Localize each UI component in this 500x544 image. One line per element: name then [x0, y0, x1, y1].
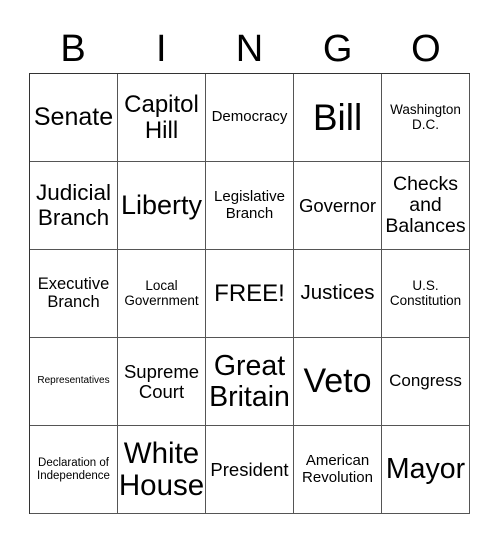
bingo-cell[interactable]: Mayor: [382, 426, 470, 514]
bingo-cell[interactable]: Bill: [294, 74, 382, 162]
cell-label: U.S. Constitution: [389, 277, 462, 308]
cell-label: Local Government: [124, 277, 199, 308]
bingo-cell[interactable]: American Revolution: [294, 426, 382, 514]
cell-label: Governor: [298, 194, 377, 216]
bingo-cell[interactable]: Local Government: [118, 250, 206, 338]
bingo-cell[interactable]: White House: [118, 426, 206, 514]
header-letter-g: G: [322, 28, 353, 70]
cell-label: Great Britain: [209, 349, 290, 413]
header-letter-b: B: [60, 28, 86, 70]
bingo-cell[interactable]: Capitol Hill: [118, 74, 206, 162]
cell-label: Democracy: [211, 108, 288, 126]
bingo-cell[interactable]: Executive Branch: [30, 250, 118, 338]
bingo-cell[interactable]: Great Britain: [206, 338, 294, 426]
bingo-cell[interactable]: Washington D.C.: [382, 74, 470, 162]
bingo-cell[interactable]: Representatives: [30, 338, 118, 426]
cell-label: Representatives: [37, 375, 110, 387]
bingo-cell[interactable]: U.S. Constitution: [382, 250, 470, 338]
cell-label: Judicial Branch: [35, 180, 112, 230]
bingo-header: B I N G O: [29, 22, 470, 72]
header-letter-n: N: [235, 28, 264, 70]
cell-label: Capitol Hill: [124, 90, 199, 144]
bingo-cell[interactable]: Legislative Branch: [206, 162, 294, 250]
cell-label: American Revolution: [302, 452, 373, 486]
cell-label: Legislative Branch: [214, 188, 285, 222]
cell-label: Washington D.C.: [390, 101, 461, 132]
bingo-cell[interactable]: Judicial Branch: [30, 162, 118, 250]
cell-label: Bill: [312, 96, 363, 138]
free-space-cell[interactable]: FREE!: [206, 250, 294, 338]
cell-label: Supreme Court: [123, 360, 200, 402]
cell-label: Justices: [300, 281, 375, 305]
cell-label: Veto: [303, 362, 372, 401]
cell-label: Declaration of Independence: [37, 457, 110, 482]
cell-label: President: [210, 458, 289, 480]
bingo-grid: Senate Capitol Hill Democracy Bill Washi…: [29, 73, 470, 514]
bingo-cell[interactable]: President: [206, 426, 294, 514]
header-letter-o: O: [411, 28, 441, 70]
cell-label: Senate: [33, 103, 114, 131]
bingo-cell[interactable]: Congress: [382, 338, 470, 426]
cell-label: Mayor: [385, 453, 466, 486]
cell-label: Executive Branch: [37, 274, 110, 311]
bingo-cell[interactable]: Liberty: [118, 162, 206, 250]
free-space-label: FREE!: [214, 279, 285, 307]
cell-label: White House: [118, 436, 205, 502]
bingo-cell[interactable]: Supreme Court: [118, 338, 206, 426]
bingo-cell[interactable]: Justices: [294, 250, 382, 338]
bingo-cell[interactable]: Checks and Balances: [382, 162, 470, 250]
header-letter-i: I: [156, 28, 167, 70]
bingo-cell[interactable]: Veto: [294, 338, 382, 426]
cell-label: Congress: [389, 371, 462, 391]
bingo-cell[interactable]: Democracy: [206, 74, 294, 162]
bingo-cell[interactable]: Declaration of Independence: [30, 426, 118, 514]
bingo-cell[interactable]: Governor: [294, 162, 382, 250]
cell-label: Liberty: [120, 189, 203, 220]
cell-label: Checks and Balances: [385, 172, 466, 238]
bingo-cell[interactable]: Senate: [30, 74, 118, 162]
